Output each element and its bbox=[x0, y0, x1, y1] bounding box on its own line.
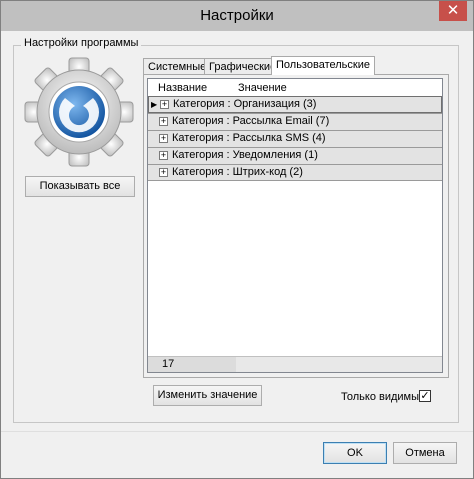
table-row[interactable]: + Категория : Рассылка SMS (4) bbox=[148, 130, 442, 147]
gear-icon bbox=[24, 57, 134, 167]
tab-system[interactable]: Системные bbox=[143, 58, 212, 75]
only-visible-label: Только видимые bbox=[341, 391, 426, 403]
table-row[interactable]: ▶ + Категория : Организация (3) bbox=[148, 96, 442, 113]
expand-icon[interactable]: + bbox=[160, 100, 169, 109]
expand-icon[interactable]: + bbox=[159, 134, 168, 143]
category-label: Категория : Рассылка SMS (4) bbox=[172, 132, 326, 144]
grid-header: Название Значение bbox=[148, 79, 442, 96]
settings-window: Настройки ✕ Настройки программы Показыва… bbox=[0, 0, 474, 479]
settings-count: 17 bbox=[148, 357, 236, 372]
category-label: Категория : Штрих-код (2) bbox=[172, 166, 303, 178]
column-header-value[interactable]: Значение bbox=[238, 82, 287, 94]
divider bbox=[1, 431, 473, 432]
expand-icon[interactable]: + bbox=[159, 151, 168, 160]
category-label: Категория : Организация (3) bbox=[173, 98, 317, 110]
only-visible-checkbox[interactable]: ✓ bbox=[419, 390, 431, 402]
expand-icon[interactable]: + bbox=[159, 168, 168, 177]
category-label: Категория : Рассылка Email (7) bbox=[172, 115, 330, 127]
title-bar[interactable]: Настройки ✕ bbox=[1, 1, 473, 31]
window-title: Настройки bbox=[200, 7, 274, 24]
close-button[interactable]: ✕ bbox=[439, 1, 467, 21]
table-row[interactable]: + Категория : Штрих-код (2) bbox=[148, 164, 442, 181]
table-row[interactable]: + Категория : Уведомления (1) bbox=[148, 147, 442, 164]
property-grid[interactable]: Название Значение ▶ + Категория : Органи… bbox=[147, 78, 443, 373]
category-label: Категория : Уведомления (1) bbox=[172, 149, 318, 161]
show-all-button[interactable]: Показывать все bbox=[25, 176, 135, 197]
table-row[interactable]: + Категория : Рассылка Email (7) bbox=[148, 113, 442, 130]
tab-graphics[interactable]: Графические bbox=[204, 58, 282, 75]
tab-user[interactable]: Пользовательские bbox=[271, 56, 375, 75]
ok-button[interactable]: OK bbox=[323, 442, 387, 464]
expand-icon[interactable]: + bbox=[159, 117, 168, 126]
change-value-button[interactable]: Изменить значение bbox=[153, 385, 262, 406]
cancel-button[interactable]: Отмена bbox=[393, 442, 457, 464]
grid-footer: 17 bbox=[148, 356, 442, 372]
column-header-name[interactable]: Название bbox=[158, 82, 207, 94]
row-pointer-icon: ▶ bbox=[151, 100, 158, 109]
group-label: Настройки программы bbox=[21, 37, 142, 49]
